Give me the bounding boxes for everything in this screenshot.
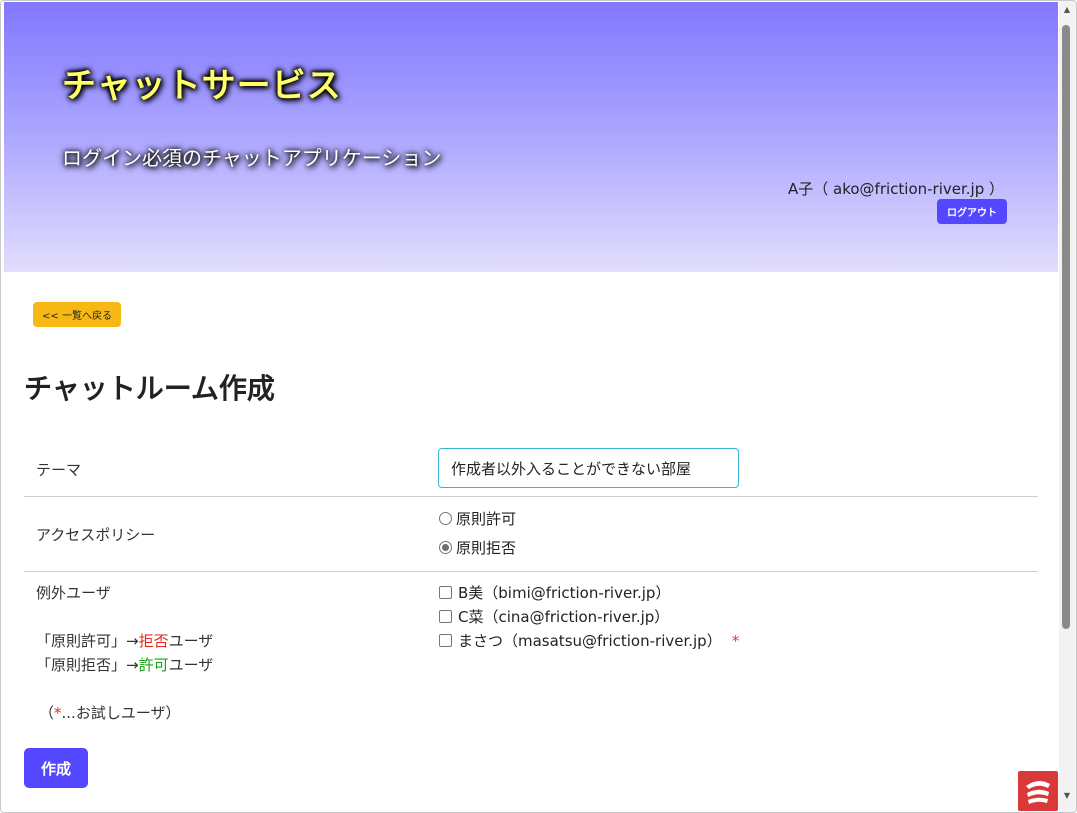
exception-user-item[interactable]: B美（bimi@friction-river.jp） bbox=[439, 582, 670, 603]
trial-user-note: （*...お試しユーザ） bbox=[39, 704, 181, 722]
exception-user-item[interactable]: C菜（cina@friction-river.jp） bbox=[439, 606, 669, 627]
exception-user-item[interactable]: まさつ（masatsu@friction-river.jp） * bbox=[439, 630, 739, 651]
logo-glyph-icon bbox=[1026, 780, 1050, 804]
create-button[interactable]: 作成 bbox=[24, 748, 88, 788]
radio-deny[interactable] bbox=[439, 541, 452, 554]
browser-viewport: チャットサービス ログイン必須のチャットアプリケーション A子（ ako@fri… bbox=[0, 0, 1077, 813]
trial-marker: * bbox=[731, 631, 740, 650]
exception-note-deny: 「原則拒否」→許可ユーザ bbox=[36, 656, 214, 674]
site-title: チャットサービス bbox=[62, 66, 342, 106]
theme-input[interactable] bbox=[438, 448, 739, 488]
site-subtitle: ログイン必須のチャットアプリケーション bbox=[62, 146, 442, 170]
user-checkbox[interactable] bbox=[439, 610, 452, 623]
logout-button[interactable]: ログアウト bbox=[937, 199, 1007, 224]
user-checkbox[interactable] bbox=[439, 634, 452, 647]
radio-allow-label: 原則許可 bbox=[456, 510, 517, 528]
exception-users-label: 例外ユーザ bbox=[36, 584, 111, 602]
access-policy-label: アクセスポリシー bbox=[36, 526, 156, 544]
allow-word: 許可 bbox=[138, 656, 169, 674]
back-to-list-button[interactable]: << 一覧へ戻る bbox=[33, 302, 121, 327]
page-title: チャットルーム作成 bbox=[24, 372, 275, 405]
site-header: チャットサービス ログイン必須のチャットアプリケーション A子（ ako@fri… bbox=[4, 2, 1058, 272]
radio-allow[interactable] bbox=[439, 512, 452, 525]
deny-word: 拒否 bbox=[138, 632, 169, 650]
logged-in-user: A子（ ako@friction-river.jp ） bbox=[787, 180, 1004, 198]
scroll-up-arrow-icon[interactable]: ▲ bbox=[1062, 5, 1072, 15]
access-policy-option-deny[interactable]: 原則拒否 bbox=[439, 537, 516, 558]
user-label: C菜（cina@friction-river.jp） bbox=[458, 608, 670, 626]
radio-deny-label: 原則拒否 bbox=[456, 539, 517, 557]
user-checkbox[interactable] bbox=[439, 586, 452, 599]
row-divider bbox=[24, 496, 1038, 497]
scrollbar-thumb[interactable] bbox=[1062, 25, 1070, 629]
row-divider bbox=[24, 571, 1038, 572]
user-label: B美（bimi@friction-river.jp） bbox=[458, 584, 671, 602]
exception-note-allow: 「原則許可」→拒否ユーザ bbox=[36, 632, 214, 650]
user-label: まさつ（masatsu@friction-river.jp） bbox=[458, 632, 722, 650]
scroll-down-arrow-icon[interactable]: ▼ bbox=[1062, 791, 1072, 801]
trial-star: * bbox=[54, 704, 62, 722]
theme-label: テーマ bbox=[36, 461, 82, 479]
access-policy-option-allow[interactable]: 原則許可 bbox=[439, 508, 516, 529]
extension-logo-icon[interactable] bbox=[1018, 771, 1058, 811]
